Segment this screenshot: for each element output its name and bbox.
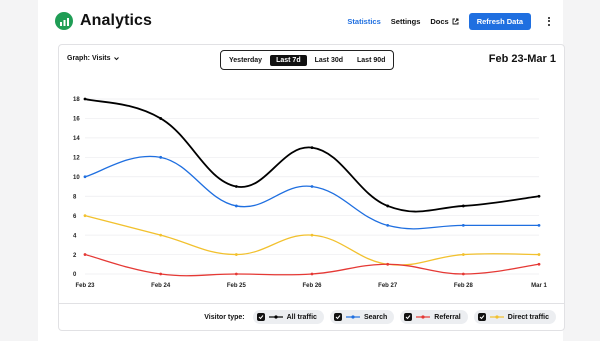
checkbox-icon [256,313,265,321]
visitor-type-label: Visitor type: [204,313,245,321]
legend-referral[interactable]: Referral [400,310,468,324]
legend-swatch-direct-traffic [489,315,504,319]
range-last-90d[interactable]: Last 90d [351,55,391,66]
x-tick-label: Mar 1 [531,283,547,289]
y-tick-label: 14 [73,136,80,142]
y-tick-label: 12 [73,156,80,162]
nav-docs[interactable]: Docs [430,16,459,26]
legend-label-referral: Referral [434,313,461,321]
data-point-all-traffic [537,194,541,198]
checkbox-icon [477,313,486,321]
data-point-search [83,175,87,179]
y-tick-label: 16 [73,117,80,123]
nav-docs-label: Docs [430,16,449,26]
legend-label-direct-traffic: Direct traffic [507,313,549,321]
data-point-all-traffic [83,97,87,101]
nav-statistics[interactable]: Statistics [347,17,380,26]
series-line-search [84,155,539,230]
data-point-search [159,155,163,159]
checkbox-icon [333,313,342,321]
data-point-referral [310,272,314,276]
data-point-direct-traffic [310,233,314,237]
y-tick-label: 10 [73,175,80,181]
nav-settings[interactable]: Settings [391,17,421,26]
date-range-toggle: Yesterday Last 7d Last 30d Last 90d [220,50,395,70]
refresh-data-button[interactable]: Refresh Data [468,12,531,30]
range-last-7d[interactable]: Last 7d [270,54,307,66]
data-point-all-traffic [159,117,163,120]
series-line-referral [84,253,540,277]
nav-statistics-label: Statistics [347,16,381,26]
top-nav: Statistics Settings Docs Refresh Data [347,12,553,30]
data-point-referral [537,262,541,266]
range-yesterday[interactable]: Yesterday [223,55,268,66]
legend-label-search: Search [363,313,388,321]
chevron-down-icon [113,57,119,61]
page-title: Analytics [80,12,153,29]
external-link-icon [452,18,459,24]
legend-all-traffic[interactable]: All traffic [252,310,324,324]
data-point-direct-traffic [537,253,541,256]
data-point-search [310,185,314,188]
x-tick-label: Feb 23 [75,283,95,289]
range-last-30d[interactable]: Last 30d [309,55,349,66]
legend-direct-traffic[interactable]: Direct traffic [473,310,556,324]
data-point-referral [461,272,465,276]
graph-select-label: Graph: [67,55,90,62]
data-point-all-traffic [386,204,390,208]
data-point-search [234,204,238,208]
legend-label-all-traffic: All traffic [286,313,317,321]
y-tick-label: 18 [73,97,80,103]
checkbox-icon [404,313,413,321]
graph-select-value: Visits [91,55,111,62]
data-point-all-traffic [234,185,238,188]
legend-search[interactable]: Search [329,310,395,324]
x-tick-label: Feb 25 [227,283,247,289]
legend-swatch-referral [416,315,431,319]
top-header: Analytics Statistics Settings Docs Refre… [55,10,553,32]
data-point-direct-traffic [461,253,465,256]
data-point-search [386,223,390,227]
data-point-referral [386,262,390,266]
y-tick-label: 4 [73,233,77,239]
y-tick-label: 6 [73,214,77,220]
kebab-menu-icon[interactable] [545,16,553,26]
nav-settings-label: Settings [390,16,421,26]
x-tick-label: Feb 27 [378,283,398,289]
data-point-all-traffic [461,204,465,208]
date-range-label: Feb 23-Mar 1 [488,53,556,65]
y-tick-label: 2 [73,253,77,259]
graph-select[interactable]: Graph: Visits [67,55,120,62]
chart-card: Graph: Visits Yesterday Last 7d Last 30d… [58,44,565,331]
legend-swatch-all-traffic [268,315,283,319]
data-point-search [537,223,541,227]
y-tick-label: 0 [73,272,77,278]
legend-swatch-search [345,315,360,319]
data-point-referral [83,253,87,256]
x-tick-label: Feb 24 [151,283,171,289]
app-page: Analytics Statistics Settings Docs Refre… [38,0,565,341]
data-point-referral [159,272,163,276]
visits-line-chart: 0 2 4 6 8 10 12 14 16 18 Feb 23 Feb 24 Feb 25 Feb 26 F… [73,97,547,289]
x-tick-label: Feb 26 [302,283,322,289]
series-line-direct-traffic [84,215,540,266]
data-point-direct-traffic [83,214,87,218]
data-point-all-traffic [310,146,314,150]
data-point-referral [234,272,238,276]
x-tick-label: Feb 28 [454,283,474,289]
chart-icon [55,12,73,30]
data-point-search [461,223,465,227]
series-line-all-traffic [84,98,540,213]
data-point-direct-traffic [159,233,163,237]
legend-bar: Visitor type: All traffic Search Referra… [59,303,564,330]
y-tick-label: 8 [73,194,77,200]
data-point-direct-traffic [234,253,238,256]
